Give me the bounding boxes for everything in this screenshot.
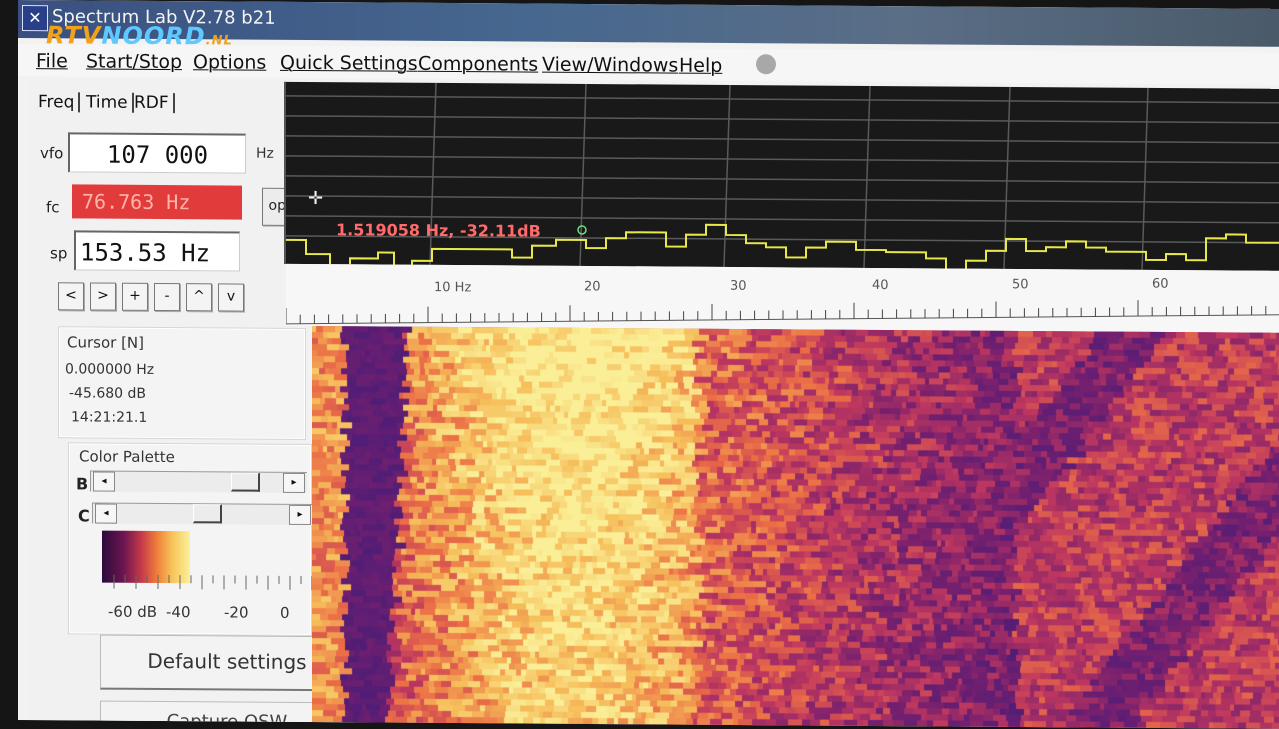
spectrum-display[interactable]: ✛ 1.519058 Hz, -32.11dB (284, 81, 1279, 271)
palette-scale-label: -40 (166, 603, 191, 622)
application-window: ✕ Spectrum Lab V2.78 b21 RTVNOORD.NL Fil… (18, 0, 1279, 729)
menu-quick-settings[interactable]: Quick Settings (280, 52, 418, 75)
contrast-right-arrow-icon[interactable]: ▸ (289, 504, 311, 526)
cursor-group: Cursor [N] 0.000000 Hz -45.680 dB 14:21:… (58, 326, 306, 441)
vfo-unit: Hz (256, 145, 274, 162)
menu-view-windows[interactable]: View/Windows (542, 54, 678, 77)
cursor-readout: 1.519058 Hz, -32.11dB (336, 220, 541, 241)
crosshair-cursor-icon: ✛ (308, 188, 324, 210)
axis-tick-label: 40 (872, 278, 889, 293)
nav-right-button[interactable]: > (90, 282, 116, 311)
vfo-label: vfo (40, 144, 64, 163)
brightness-slider[interactable]: ◂ ▸ (90, 470, 307, 494)
waterfall-spectrogram (312, 326, 1279, 729)
contrast-slider-thumb[interactable] (193, 504, 222, 524)
palette-scale-ticks (113, 574, 324, 591)
fc-input[interactable]: 76.763 Hz (72, 184, 242, 220)
waterfall-display[interactable] (312, 326, 1279, 729)
status-indicator-icon (756, 54, 776, 75)
menu-help[interactable]: Help (679, 55, 722, 77)
palette-scale-label: -20 (224, 603, 249, 622)
axis-tick-label: 50 (1012, 277, 1029, 292)
contrast-slider[interactable]: ◂ ▸ (92, 502, 313, 526)
fc-label: fc (46, 198, 60, 217)
color-palette-title: Color Palette (79, 447, 175, 467)
spectrum-grid-line (286, 155, 1279, 164)
axis-tick-label: 10 Hz (434, 280, 471, 295)
contrast-label: C (78, 506, 90, 526)
nav-up-button[interactable]: ^ (186, 283, 212, 312)
tab-rdf[interactable]: RDF (134, 92, 175, 114)
zoom-out-button[interactable]: - (154, 282, 180, 312)
frequency-scale: 10 Hz 20 30 40 50 60 (285, 277, 1279, 325)
vfo-input[interactable]: 107 000 (68, 132, 246, 174)
palette-scale-label: -60 dB (108, 602, 158, 621)
tab-time[interactable]: Time (86, 92, 134, 113)
sp-input[interactable]: 153.53 Hz (74, 230, 240, 272)
title-bar: ✕ Spectrum Lab V2.78 b21 RTVNOORD.NL (18, 0, 1279, 50)
axis-tick-label: 60 (1152, 277, 1169, 292)
spectrum-grid-line (286, 175, 1279, 184)
menu-start-stop[interactable]: Start/Stop (86, 50, 182, 73)
brightness-right-arrow-icon[interactable]: ▸ (283, 472, 305, 494)
brightness-left-arrow-icon[interactable]: ◂ (93, 471, 115, 492)
contrast-left-arrow-icon[interactable]: ◂ (95, 503, 117, 524)
palette-scale-label: 0 (280, 603, 290, 622)
cursor-frequency: 0.000000 Hz (65, 361, 155, 378)
menu-components[interactable]: Components (418, 53, 538, 76)
frequency-axis[interactable]: 10 Hz 20 30 40 50 60 (285, 263, 1279, 333)
zoom-in-button[interactable]: + (122, 282, 148, 311)
nav-left-button[interactable]: < (58, 282, 84, 311)
app-icon[interactable]: ✕ (22, 5, 48, 32)
axis-tick-label: 20 (584, 279, 601, 294)
tab-freq[interactable]: Freq (38, 92, 81, 113)
spectrum-graph (286, 82, 1279, 271)
axis-tick-label: 30 (730, 279, 747, 294)
brightness-slider-thumb[interactable] (231, 472, 260, 492)
sp-label: sp (50, 244, 68, 263)
brightness-label: B (76, 474, 89, 494)
menu-file[interactable]: File (36, 50, 68, 72)
nav-down-button[interactable]: v (218, 283, 244, 312)
cursor-level: -45.680 dB (69, 385, 146, 402)
menu-options[interactable]: Options (193, 51, 266, 74)
cursor-time: 14:21:21.1 (71, 409, 148, 426)
cursor-group-title: Cursor [N] (67, 333, 144, 352)
spectrum-grid-line (286, 195, 1279, 204)
control-panel: Freq Time RDF vfo 107 000 Hz fc 76.763 H… (28, 78, 355, 729)
